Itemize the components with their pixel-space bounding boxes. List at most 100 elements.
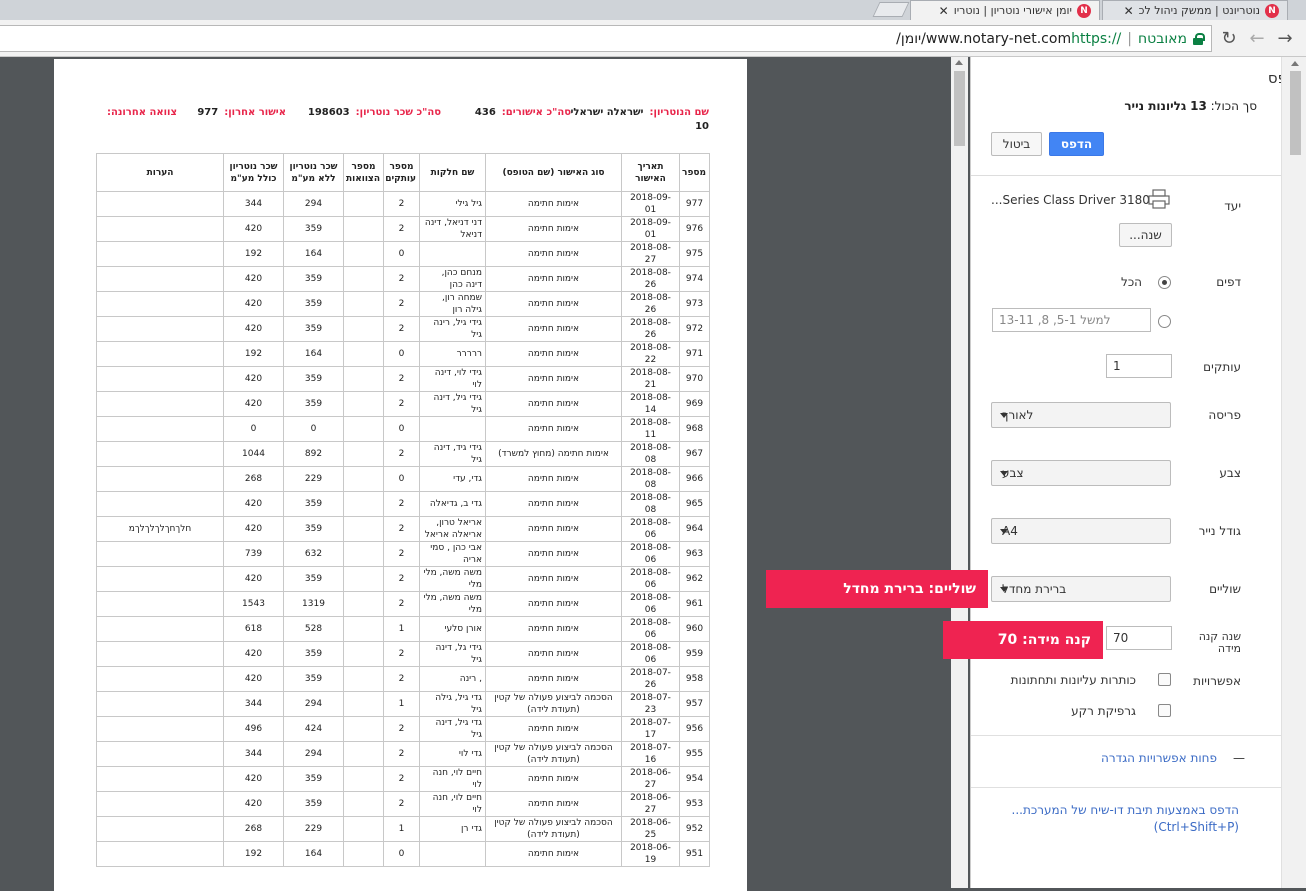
column-header: מספר xyxy=(679,153,710,192)
preview-scrollbar[interactable] xyxy=(951,57,968,888)
background-graphics-checkbox[interactable] xyxy=(1158,704,1171,717)
new-tab-button[interactable] xyxy=(872,2,910,17)
table-cell xyxy=(343,816,384,842)
table-cell xyxy=(96,766,224,792)
table-cell: 953 xyxy=(679,791,710,817)
print-title: הדפס xyxy=(971,69,1305,87)
scrollbar-thumb[interactable] xyxy=(1290,71,1301,155)
table-cell: 420 xyxy=(223,791,284,817)
change-destination-button[interactable]: שנה... xyxy=(1119,223,1172,247)
paper-size-select[interactable]: A4 xyxy=(991,518,1171,544)
close-icon[interactable]: ✕ xyxy=(1124,4,1134,18)
table-cell: 972 xyxy=(679,316,710,342)
scroll-up-icon[interactable] xyxy=(955,60,963,65)
table-cell: 359 xyxy=(283,566,344,592)
table-row: 958 2018-07-26 אימות חתימה, רינה 2 359 420 xyxy=(96,666,710,692)
table-cell: אימות חתימה xyxy=(485,591,622,617)
collapse-icon[interactable]: — xyxy=(1233,751,1245,765)
table-row: 971 2018-08-22 אימות חתימה ררררר 0 164 192 xyxy=(96,341,710,367)
print-header: הדפס סך הכול: 13 גליונות נייר הדפס ביטול xyxy=(971,57,1305,176)
table-cell xyxy=(96,641,224,667)
back-icon[interactable]: → xyxy=(1274,27,1296,49)
tab-admin[interactable]: N נוטריונט | ממשק ניהול לכ ✕ xyxy=(1102,0,1288,20)
table-cell: 420 xyxy=(223,491,284,517)
table-cell: גדי ב, גדיאלה xyxy=(419,491,486,517)
system-dialog-link[interactable]: הדפס באמצעות תיבת דו-שיח של המערכת... xyxy=(1012,803,1239,817)
table-cell: 2 xyxy=(383,791,420,817)
table-cell xyxy=(96,541,224,567)
table-cell: אימות חתימה xyxy=(485,316,622,342)
table-cell: אבי כהן , סמי אריה xyxy=(419,541,486,567)
table-cell: 974 xyxy=(679,266,710,292)
table-cell: 2018-06-25 xyxy=(621,816,680,842)
table-cell: 420 xyxy=(223,266,284,292)
table-cell: 359 xyxy=(283,666,344,692)
last-will: צוואה אחרונה: xyxy=(106,107,177,118)
table-cell: 420 xyxy=(223,566,284,592)
lock-icon[interactable] xyxy=(1193,32,1205,45)
forward-icon[interactable]: ← xyxy=(1246,27,1268,49)
layout-select[interactable]: לאורך xyxy=(991,402,1171,428)
headers-footers-checkbox[interactable] xyxy=(1158,673,1171,686)
table-cell: , רינה xyxy=(419,666,486,692)
table-row: 972 2018-08-26 אימות חתימה גידי גיל, רינה ג… xyxy=(96,316,710,342)
table-cell: אימות חתימה xyxy=(485,841,622,867)
table-cell: 963 xyxy=(679,541,710,567)
table-cell: אימות חתימה xyxy=(485,641,622,667)
settings-scrollbar[interactable] xyxy=(1281,57,1306,888)
table-cell xyxy=(343,641,384,667)
table-cell: 420 xyxy=(223,766,284,792)
table-cell: גדי גיל, גילה גיל xyxy=(419,691,486,717)
table-cell: 420 xyxy=(223,391,284,417)
fewer-options-link[interactable]: פחות אפשרויות הגדרה xyxy=(1101,751,1217,765)
table-cell: 344 xyxy=(223,741,284,767)
table-row: 974 2018-08-26 אימות חתימה מנחם כהן, דינה כ… xyxy=(96,266,710,292)
scrollbar-thumb[interactable] xyxy=(954,71,965,146)
pages-custom-radio[interactable] xyxy=(1158,315,1171,328)
table-cell: 2018-08-26 xyxy=(621,266,680,292)
table-cell: הסכמה לביצוע פעולה של קטין (תעודת לידה) xyxy=(485,741,622,767)
table-row: 951 2018-06-19 אימות חתימה 0 164 192 xyxy=(96,841,710,867)
color-select[interactable]: צבע xyxy=(991,460,1171,486)
table-cell xyxy=(96,841,224,867)
pages-range-input[interactable]: למשל 5-1, 8, 13-11 xyxy=(992,308,1151,332)
table-cell: 2018-08-06 xyxy=(621,541,680,567)
table-cell xyxy=(96,691,224,717)
print-button[interactable]: הדפס xyxy=(1049,132,1104,156)
address-bar[interactable]: /יומן/www.notary-net.comhttps:// | מאובט… xyxy=(0,25,1212,52)
pages-all-radio[interactable] xyxy=(1158,276,1171,289)
table-cell: אורן סלעי xyxy=(419,616,486,642)
margins-select[interactable]: ברירת מחדל xyxy=(991,576,1171,602)
table-cell: אימות חתימה xyxy=(485,791,622,817)
table-cell: 2018-08-06 xyxy=(621,641,680,667)
total-fee: סה"כ שכר נוטריון: 198603 xyxy=(307,107,441,118)
table-cell xyxy=(343,316,384,342)
table-cell xyxy=(343,366,384,392)
table-cell xyxy=(96,491,224,517)
table-cell: אימות חתימה xyxy=(485,391,622,417)
tab-journal[interactable]: N יומן אישורי נוטריון | נוטריו ✕ xyxy=(910,0,1100,20)
table-cell: 969 xyxy=(679,391,710,417)
table-cell xyxy=(343,441,384,467)
scroll-up-icon[interactable] xyxy=(1291,61,1299,66)
table-cell: 359 xyxy=(283,491,344,517)
table-cell: 192 xyxy=(223,241,284,267)
table-row: 959 2018-08-06 אימות חתימה גידי גל, דינה גי… xyxy=(96,641,710,667)
cancel-button[interactable]: ביטול xyxy=(991,132,1042,156)
column-header: סוג האישור (שם הטופס) xyxy=(485,153,622,192)
copies-input[interactable]: 1 xyxy=(1106,354,1172,378)
reload-icon[interactable]: ↻ xyxy=(1218,27,1240,49)
print-preview-area: שם הנוטריון: ישראלה ישראלי סה"כ אישורים: 4… xyxy=(0,57,970,891)
table-cell: 2 xyxy=(383,641,420,667)
table-cell xyxy=(96,416,224,442)
print-settings-panel: הדפס סך הכול: 13 גליונות נייר הדפס ביטול… xyxy=(970,57,1306,888)
table-cell: גיל גילי xyxy=(419,191,486,217)
table-cell: 977 xyxy=(679,191,710,217)
url-text: /יומן/www.notary-net.comhttps:// xyxy=(896,30,1122,47)
scale-input[interactable]: 70 xyxy=(1106,626,1172,650)
close-icon[interactable]: ✕ xyxy=(939,4,949,18)
table-cell: 359 xyxy=(283,791,344,817)
table-cell: אימות חתימה xyxy=(485,666,622,692)
table-cell: הסכמה לביצוע פעולה של קטין (תעודת לידה) xyxy=(485,691,622,717)
table-cell: אימות חתימה xyxy=(485,191,622,217)
